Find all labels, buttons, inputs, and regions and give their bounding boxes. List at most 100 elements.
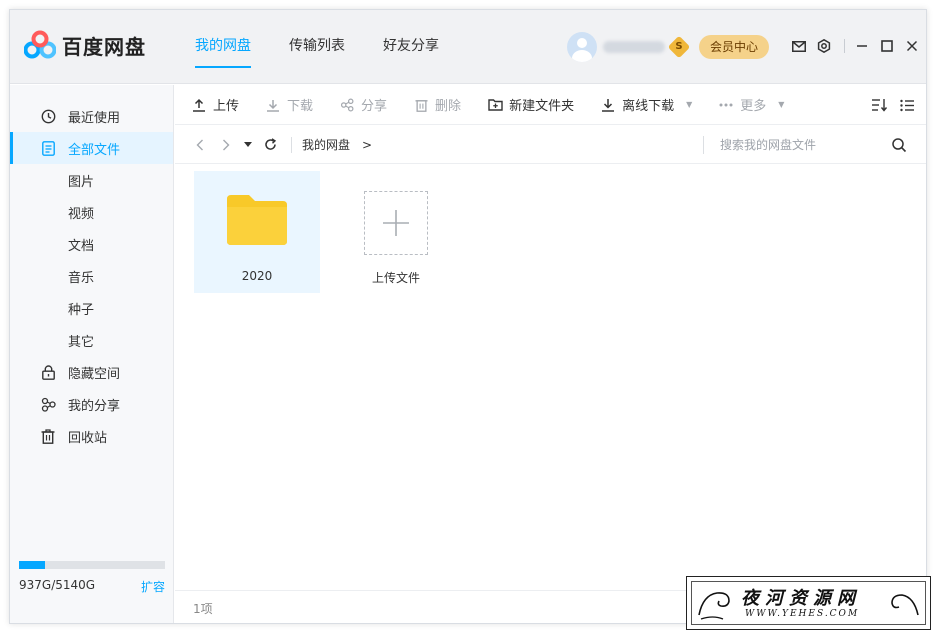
list-view-icon[interactable] — [898, 97, 916, 113]
new-folder-icon — [487, 97, 503, 113]
new-folder-label: 新建文件夹 — [509, 99, 575, 114]
delete-button[interactable]: 删除 — [413, 95, 461, 114]
offline-download-label: 离线下载 — [622, 99, 675, 114]
chevron-down-icon[interactable]: ▼ — [778, 100, 784, 109]
share-icon — [40, 396, 56, 412]
sidebar-item-label: 我的分享 — [68, 398, 121, 414]
sort-icon[interactable] — [870, 97, 888, 113]
upload-file-item[interactable]: 上传文件 — [333, 171, 459, 293]
more-dots-icon — [718, 97, 734, 113]
file-grid: 2020 上传文件 — [175, 165, 926, 589]
window-controls — [790, 37, 926, 55]
sidebar-item-music[interactable]: 音乐 — [10, 260, 173, 292]
sidebar-item-label: 全部文件 — [68, 142, 121, 158]
expand-storage-link[interactable]: 扩容 — [141, 578, 165, 595]
sidebar-item-torrents[interactable]: 种子 — [10, 292, 173, 324]
mail-icon[interactable] — [790, 37, 808, 55]
username-blurred[interactable] — [603, 41, 665, 53]
file-icon — [40, 140, 56, 156]
main-tabs: 我的网盘 传输列表 好友分享 — [195, 10, 477, 84]
trash-icon — [40, 428, 56, 444]
vip-badge-symbol: S — [675, 41, 683, 52]
storage-bar-fill — [19, 561, 46, 569]
sidebar-item-others[interactable]: 其它 — [10, 324, 173, 356]
watermark-url: WWW.YEHES.COM — [745, 609, 860, 619]
folder-name: 2020 — [241, 269, 273, 283]
share-label: 分享 — [361, 99, 388, 114]
user-area[interactable]: S — [567, 32, 691, 62]
share-icon — [339, 97, 355, 113]
history-dropdown-icon[interactable] — [243, 136, 253, 154]
sidebar-item-label: 隐藏空间 — [68, 366, 121, 382]
tab-friend-share[interactable]: 好友分享 — [383, 10, 439, 84]
delete-label: 删除 — [435, 99, 462, 114]
watermark-stamp: 夜河资源网 WWW.YEHES.COM — [686, 576, 931, 630]
view-options — [860, 97, 916, 113]
more-button[interactable]: 更多 ▼ — [718, 95, 784, 114]
forward-icon[interactable] — [217, 136, 235, 154]
member-center-button[interactable]: 会员中心 — [699, 35, 769, 59]
offline-download-icon — [600, 97, 616, 113]
lock-icon — [40, 364, 56, 380]
download-label: 下载 — [287, 99, 314, 114]
title-bar: 百度网盘 我的网盘 传输列表 好友分享 S 会员中心 — [10, 10, 926, 84]
back-icon[interactable] — [191, 136, 209, 154]
watermark-title: 夜河资源网 — [741, 588, 861, 609]
sidebar-item-videos[interactable]: 视频 — [10, 196, 173, 228]
app-logo[interactable]: 百度网盘 — [24, 30, 146, 60]
upload-label: 上传 — [213, 99, 240, 114]
ornament-left-icon — [698, 592, 730, 620]
minimize-icon[interactable] — [853, 37, 871, 55]
navigation-bar: 我的网盘 > — [175, 126, 926, 164]
sidebar-item-my-shares[interactable]: 我的分享 — [10, 388, 173, 420]
storage-usage-text: 937G/5140G — [19, 578, 96, 592]
sidebar-item-label: 回收站 — [68, 430, 108, 446]
storage-indicator: 937G/5140G 扩容 — [19, 561, 165, 595]
item-count: 1项 — [193, 601, 213, 616]
sidebar-item-label: 最近使用 — [68, 110, 121, 126]
nav-divider — [291, 136, 292, 153]
sidebar-item-recycle-bin[interactable]: 回收站 — [10, 420, 173, 452]
upload-file-label: 上传文件 — [371, 271, 420, 285]
close-icon[interactable] — [903, 37, 921, 55]
download-icon — [265, 97, 281, 113]
more-label: 更多 — [740, 99, 767, 114]
trash-icon — [413, 97, 429, 113]
sidebar-item-hidden-space[interactable]: 隐藏空间 — [10, 356, 173, 388]
file-toolbar: 上传 下载 分享 删除 新建文件夹 离线下载 ▼ 更多 ▼ — [175, 85, 926, 125]
refresh-icon[interactable] — [261, 136, 279, 154]
clock-icon — [40, 108, 56, 124]
upload-placeholder[interactable] — [364, 191, 428, 255]
folder-item[interactable]: 2020 — [194, 171, 320, 293]
avatar[interactable] — [567, 32, 597, 62]
sidebar-item-images[interactable]: 图片 — [10, 164, 173, 196]
sidebar-item-documents[interactable]: 文档 — [10, 228, 173, 260]
storage-bar — [19, 561, 165, 569]
settings-icon[interactable] — [815, 37, 833, 55]
offline-download-button[interactable]: 离线下载 ▼ — [600, 95, 692, 114]
baidu-netdisk-logo-icon — [24, 30, 56, 59]
sidebar: 最近使用 全部文件 图片 视频 文档 音乐 种子 其它 隐藏空间 我的分享 回收… — [10, 85, 174, 623]
upload-icon — [191, 97, 207, 113]
share-button[interactable]: 分享 — [339, 95, 387, 114]
breadcrumb-my-netdisk[interactable]: 我的网盘 — [302, 136, 350, 153]
tab-transfer-list[interactable]: 传输列表 — [289, 10, 345, 84]
plus-icon — [383, 210, 409, 236]
app-window: 百度网盘 我的网盘 传输列表 好友分享 S 会员中心 最近使用 全部文件 图片 … — [9, 9, 927, 624]
folder-icon — [227, 195, 287, 245]
window-controls-divider — [844, 39, 845, 53]
ornament-right-icon — [891, 594, 919, 616]
breadcrumb-arrow[interactable]: > — [362, 138, 372, 152]
tab-my-netdisk[interactable]: 我的网盘 — [195, 10, 251, 84]
new-folder-button[interactable]: 新建文件夹 — [487, 95, 574, 114]
search-box — [703, 136, 915, 154]
chevron-down-icon[interactable]: ▼ — [686, 100, 692, 109]
sidebar-item-recent[interactable]: 最近使用 — [10, 100, 173, 132]
sidebar-item-all-files[interactable]: 全部文件 — [10, 132, 173, 164]
download-button[interactable]: 下载 — [265, 95, 313, 114]
vip-badge-icon[interactable]: S — [667, 35, 691, 59]
maximize-icon[interactable] — [878, 37, 896, 55]
upload-button[interactable]: 上传 — [191, 95, 239, 114]
search-icon[interactable] — [891, 137, 907, 153]
search-input[interactable] — [720, 138, 880, 152]
